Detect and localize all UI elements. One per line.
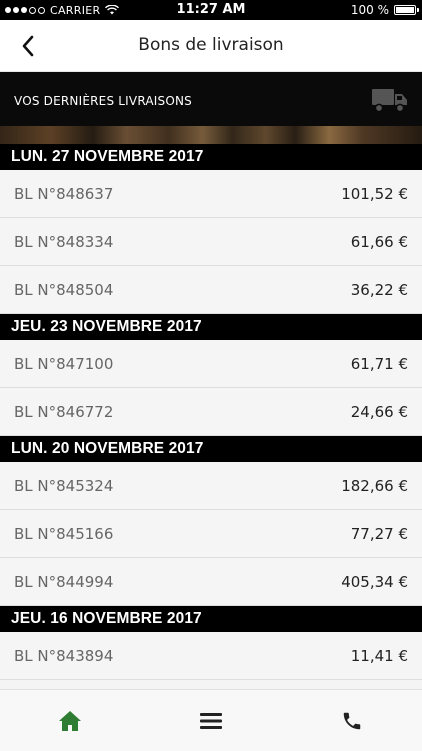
status-bar: CARRIER 11:27 AM 100 % [0, 0, 422, 20]
tab-home[interactable] [0, 690, 141, 751]
delivery-number: BL N°844994 [14, 572, 114, 591]
delivery-row[interactable]: BL N°845166 77,27 € [0, 510, 422, 558]
section-date-header: JEU. 16 NOVEMBRE 2017 [0, 606, 422, 632]
banner-title: VOS DERNIÈRES LIVRAISONS [14, 94, 192, 108]
tab-phone[interactable] [281, 690, 422, 751]
delivery-amount: 24,66 € [350, 402, 408, 421]
banner-background-image [0, 126, 422, 144]
delivery-number: BL N°843894 [14, 646, 114, 665]
delivery-row[interactable]: BL N°848504 36,22 € [0, 266, 422, 314]
tab-bar [0, 689, 422, 751]
delivery-row[interactable]: BL N°845324 182,66 € [0, 462, 422, 510]
delivery-amount: 36,22 € [350, 280, 408, 299]
delivery-row[interactable]: BL N°847100 61,71 € [0, 340, 422, 388]
delivery-number: BL N°846772 [14, 402, 114, 421]
delivery-list[interactable]: LUN. 27 NOVEMBRE 2017 BL N°848637 101,52 €… [0, 144, 422, 680]
delivery-number: BL N°848637 [14, 184, 114, 203]
home-icon [59, 710, 82, 731]
delivery-number: BL N°847100 [14, 354, 114, 373]
delivery-number: BL N°848504 [14, 280, 114, 299]
delivery-amount: 77,27 € [350, 524, 408, 543]
delivery-amount: 11,41 € [350, 646, 408, 665]
battery-percent: 100 % [350, 3, 389, 17]
navigation-bar: Bons de livraison [0, 20, 422, 72]
delivery-amount: 405,34 € [341, 572, 408, 591]
page-title: Bons de livraison [138, 35, 284, 55]
recent-deliveries-banner: VOS DERNIÈRES LIVRAISONS [0, 72, 422, 144]
delivery-number: BL N°845166 [14, 524, 114, 543]
delivery-amount: 101,52 € [341, 184, 408, 203]
status-bar-right: 100 % [350, 0, 419, 20]
delivery-amount: 182,66 € [341, 476, 408, 495]
delivery-row[interactable]: BL N°848637 101,52 € [0, 170, 422, 218]
phone-icon [343, 712, 360, 729]
truck-icon [372, 89, 407, 113]
tab-menu[interactable] [141, 690, 282, 751]
section-date-header: JEU. 23 NOVEMBRE 2017 [0, 314, 422, 340]
delivery-amount: 61,71 € [350, 354, 408, 373]
delivery-row[interactable]: BL N°848334 61,66 € [0, 218, 422, 266]
delivery-row[interactable]: BL N°846772 24,66 € [0, 388, 422, 436]
menu-icon [200, 712, 222, 729]
delivery-amount: 61,66 € [350, 232, 408, 251]
delivery-row[interactable]: BL N°844994 405,34 € [0, 558, 422, 606]
delivery-number: BL N°848334 [14, 232, 114, 251]
delivery-row[interactable]: BL N°843894 11,41 € [0, 632, 422, 680]
battery-icon [394, 5, 419, 15]
delivery-number: BL N°845324 [14, 476, 114, 495]
section-date-header: LUN. 27 NOVEMBRE 2017 [0, 144, 422, 170]
section-date-header: LUN. 20 NOVEMBRE 2017 [0, 436, 422, 462]
